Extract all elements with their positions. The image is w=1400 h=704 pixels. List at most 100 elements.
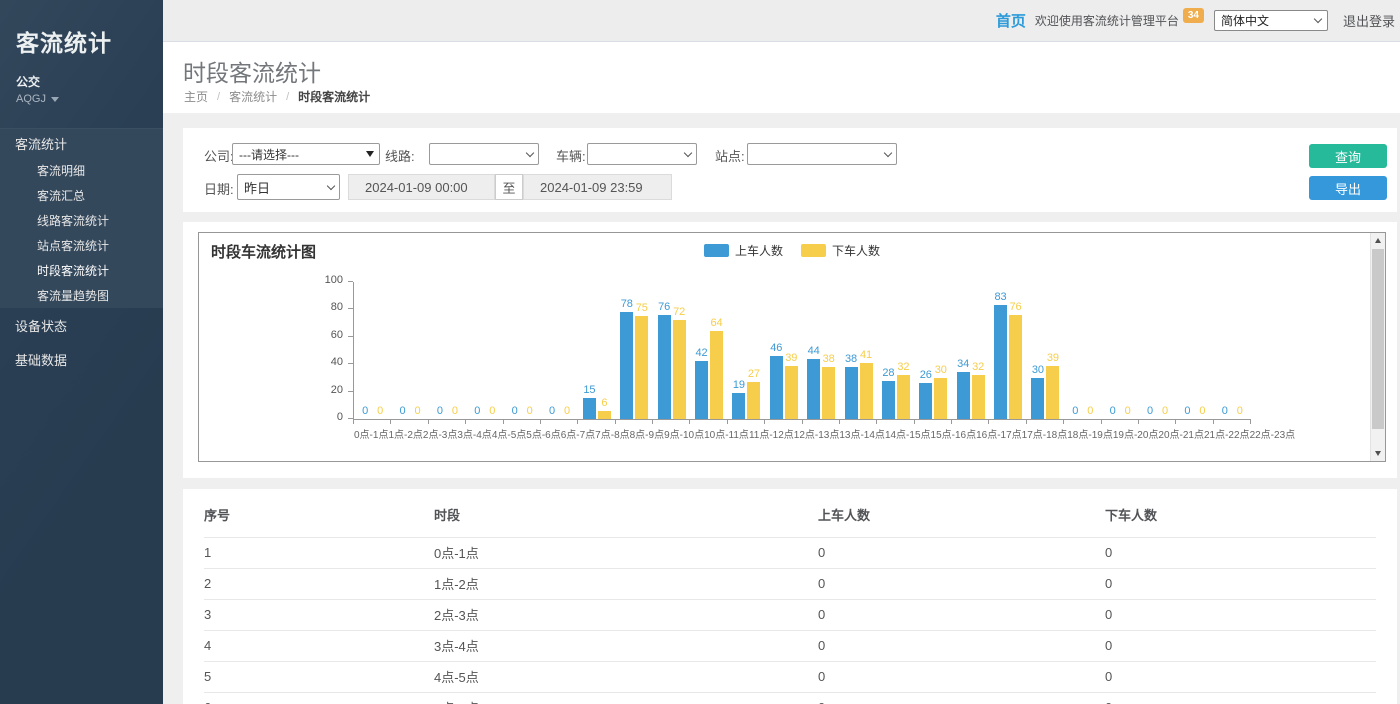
y-axis-tick [348,308,353,309]
breadcrumb-current: 时段客流统计 [298,88,370,105]
bar-value-label: 64 [710,318,722,329]
y-axis-tick-label: 0 [337,412,343,423]
sidebar-menu: 客流统计客流明细客流汇总线路客流统计站点客流统计时段客流统计客流量趋势图设备状态… [0,128,163,376]
chart-bar [860,363,873,419]
table-row: 65点-6点00 [204,693,1376,704]
station-select[interactable] [747,143,897,165]
bar-slot: 75 [635,303,648,419]
bar-slot: 38 [845,354,858,419]
sidebar-sub-item[interactable]: 客流量趋势图 [0,283,163,308]
x-axis-tick [466,419,503,424]
bar-value-label: 0 [489,406,495,417]
table-cell: 0 [1105,693,1376,704]
logout-link[interactable]: 退出登录 [1343,11,1395,30]
sidebar-section-item[interactable]: 基础数据 [0,342,163,376]
sidebar-sub-item[interactable]: 站点客流统计 [0,233,163,258]
bar-value-label: 0 [1072,406,1078,417]
home-link[interactable]: 首页 [996,10,1026,31]
bar-value-label: 26 [920,370,932,381]
sidebar-section-item[interactable]: 设备状态 [0,308,163,342]
y-axis-tick [348,281,353,282]
table-cell: 0 [818,631,1105,662]
x-axis-tick [690,419,727,424]
breadcrumb-section[interactable]: 客流统计 [229,88,277,105]
y-axis-tick [348,391,353,392]
sidebar-sub-item[interactable]: 客流明细 [0,158,163,183]
bar-value-label: 39 [1047,353,1059,364]
y-axis-tick-label: 40 [331,357,343,368]
date-preset-value: 昨日 [244,178,270,197]
chart-scrollbar[interactable] [1370,233,1385,461]
chart-bar [1046,366,1059,419]
bar-slot: 42 [695,348,708,419]
language-select[interactable]: 简体中文 [1214,10,1328,31]
x-axis-tick [952,419,989,424]
chart-bar [673,320,686,419]
company-select[interactable]: ---请选择--- [232,143,380,165]
bar-group: 3039 [1027,282,1064,419]
scrollbar-up-arrow[interactable] [1371,233,1385,248]
legend-label: 上车人数 [735,242,783,259]
table-cell: 2点-3点 [434,600,818,631]
x-axis-label: 15点-16点 [931,426,977,441]
org-code-dropdown[interactable]: AQGJ [16,93,147,105]
table-cell: 1 [204,538,434,569]
sidebar-sub-item[interactable]: 时段客流统计 [0,258,163,283]
bar-value-label: 46 [770,343,782,354]
x-axis-labels: 0点-1点1点-2点2点-3点3点-4点4点-5点5点-6点6点-7点7点-8点… [354,426,1251,441]
sidebar-sub-item[interactable]: 线路客流统计 [0,208,163,233]
col-header-index: 序号 [204,489,434,538]
vehicle-select[interactable] [587,143,697,165]
bar-slot: 0 [1144,406,1157,419]
legend-item[interactable]: 下车人数 [801,242,880,259]
bar-value-label: 32 [972,362,984,373]
bar-slot: 0 [1196,406,1209,419]
date-preset-select[interactable]: 昨日 [237,174,340,200]
table-cell: 0 [1105,631,1376,662]
table-cell: 0 [818,538,1105,569]
date-end-input[interactable]: 2024-01-09 23:59 [523,174,672,200]
x-axis-label: 16点-17点 [976,426,1022,441]
table-cell: 0点-1点 [434,538,818,569]
legend-item[interactable]: 上车人数 [704,242,783,259]
query-button[interactable]: 查询 [1309,144,1387,168]
breadcrumb-separator: / [217,91,220,103]
table-cell: 5 [204,662,434,693]
bar-value-label: 0 [362,406,368,417]
table-cell: 3 [204,600,434,631]
bar-group: 1927 [728,282,765,419]
triangle-up-icon [1375,238,1381,243]
x-axis-label: 12点-13点 [794,426,840,441]
bar-slot: 30 [1031,365,1044,419]
x-axis-tick [354,419,391,424]
bar-slot: 0 [1159,406,1172,419]
line-select[interactable] [429,143,539,165]
page-title: 时段客流统计 [183,54,321,88]
scrollbar-thumb[interactable] [1372,249,1384,429]
breadcrumb-home[interactable]: 主页 [184,88,208,105]
x-axis-label: 17点-18点 [1022,426,1068,441]
x-axis-tick [877,419,914,424]
x-axis-label: 21点-22点 [1204,426,1250,441]
date-start-input[interactable]: 2024-01-09 00:00 [348,174,495,200]
x-axis-label: 7点-8点 [595,426,629,441]
x-axis-label: 8点-9点 [630,426,664,441]
sidebar-menu-block: 基础数据 [0,342,163,376]
table-row: 43点-4点00 [204,631,1376,662]
bar-group: 00 [1102,282,1139,419]
bar-value-label: 27 [748,369,760,380]
welcome-text: 欢迎使用客流统计管理平台 [1035,12,1179,29]
x-axis-tick [1214,419,1251,424]
bar-group: 156 [578,282,615,419]
sidebar-sub-item[interactable]: 客流汇总 [0,183,163,208]
dropdown-arrow-icon [366,151,374,157]
scrollbar-down-arrow[interactable] [1371,446,1385,461]
export-button[interactable]: 导出 [1309,176,1387,200]
bar-slot: 28 [882,368,895,419]
bar-value-label: 32 [897,362,909,373]
x-axis-tick [653,419,690,424]
chart-bar [658,315,671,419]
table-row: 32点-3点00 [204,600,1376,631]
bar-value-label: 44 [808,346,820,357]
sidebar-section-item[interactable]: 客流统计 [0,128,163,158]
